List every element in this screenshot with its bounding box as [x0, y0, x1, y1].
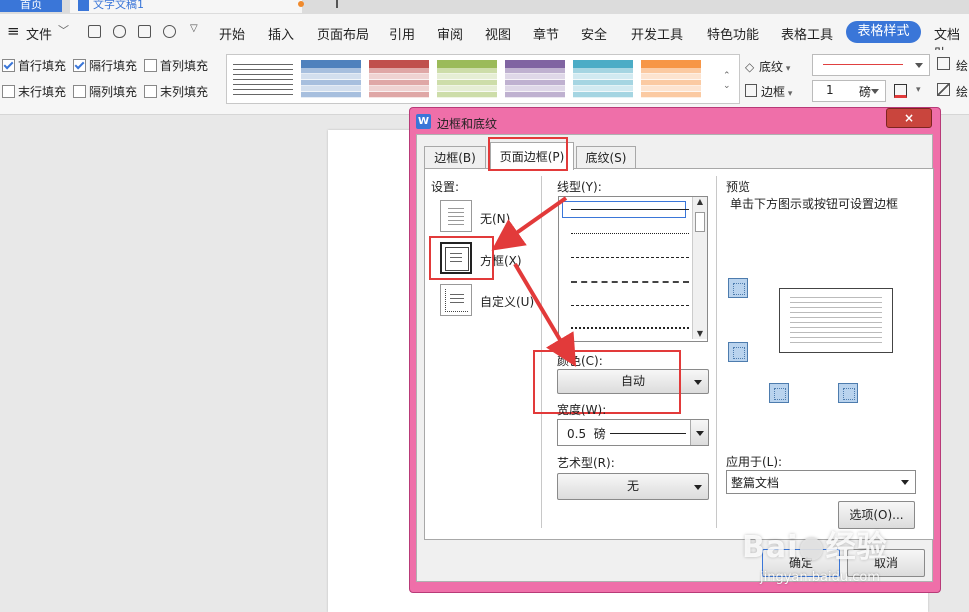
watermark-url: jingyan.baidu.com — [760, 570, 880, 585]
watermark-brand-text: Bai — [742, 530, 799, 565]
annotation-box-tab — [488, 137, 568, 171]
watermark-brand-text2: 经验 — [825, 530, 888, 565]
annotation-arrows — [491, 196, 577, 367]
paw-logo-icon: ● — [798, 530, 826, 565]
watermark-brand: Bai●经验 — [742, 522, 888, 566]
annotation-arrow — [491, 196, 568, 251]
annotation-arrow — [513, 262, 577, 367]
